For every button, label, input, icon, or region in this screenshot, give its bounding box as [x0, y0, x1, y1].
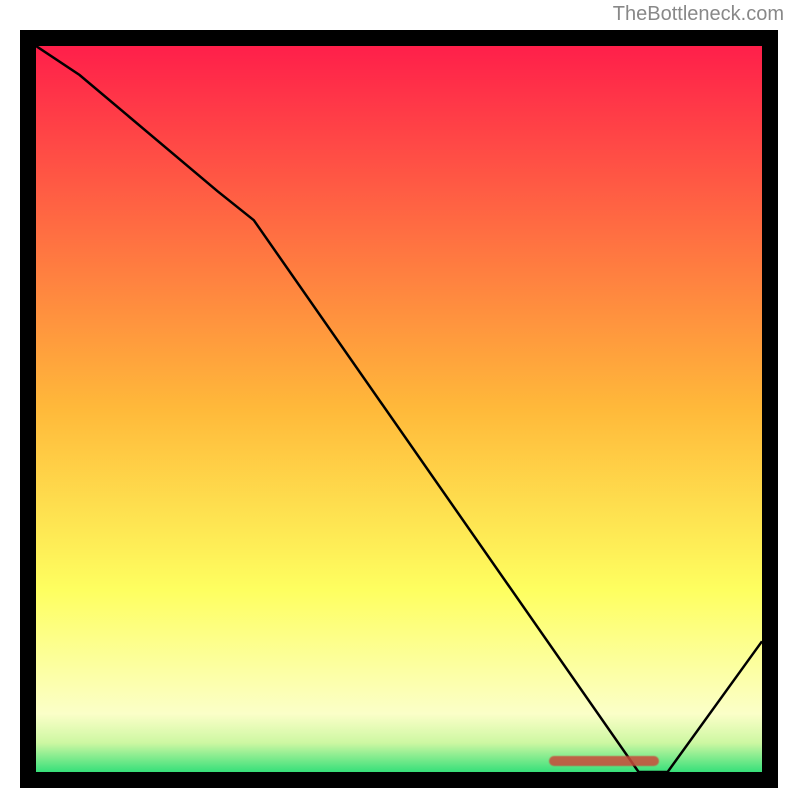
chart-plot-area	[36, 46, 762, 772]
optimal-range-marker	[549, 756, 659, 766]
chart-background	[36, 46, 762, 772]
watermark-text: TheBottleneck.com	[613, 3, 784, 26]
chart-svg	[36, 46, 762, 772]
chart-frame	[20, 30, 778, 788]
